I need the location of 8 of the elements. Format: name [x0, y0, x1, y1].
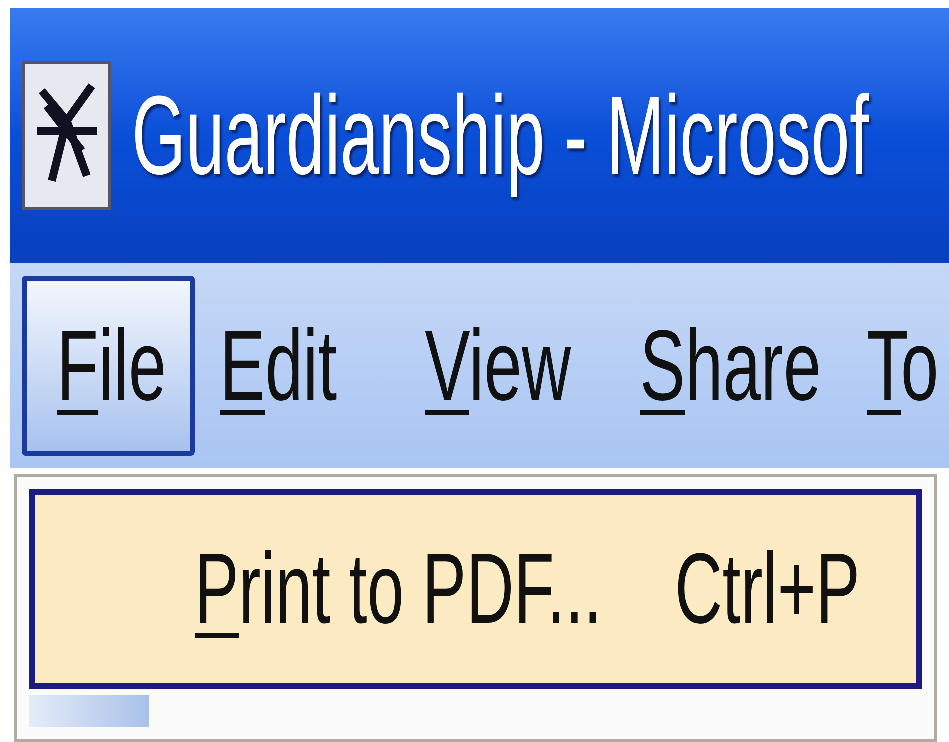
menu-item[interactable]: To	[857, 276, 949, 456]
menu-item[interactable]: Share	[630, 276, 852, 456]
window-title: Guardianship - Microsof	[132, 72, 870, 200]
menu-item[interactable]: View	[415, 276, 625, 456]
menu-item[interactable]: Edit	[210, 276, 410, 456]
app-icon	[22, 60, 112, 210]
menu-item[interactable]: File	[22, 276, 195, 456]
menu-option[interactable]: Print to PDF... Ctrl+P	[29, 489, 922, 689]
